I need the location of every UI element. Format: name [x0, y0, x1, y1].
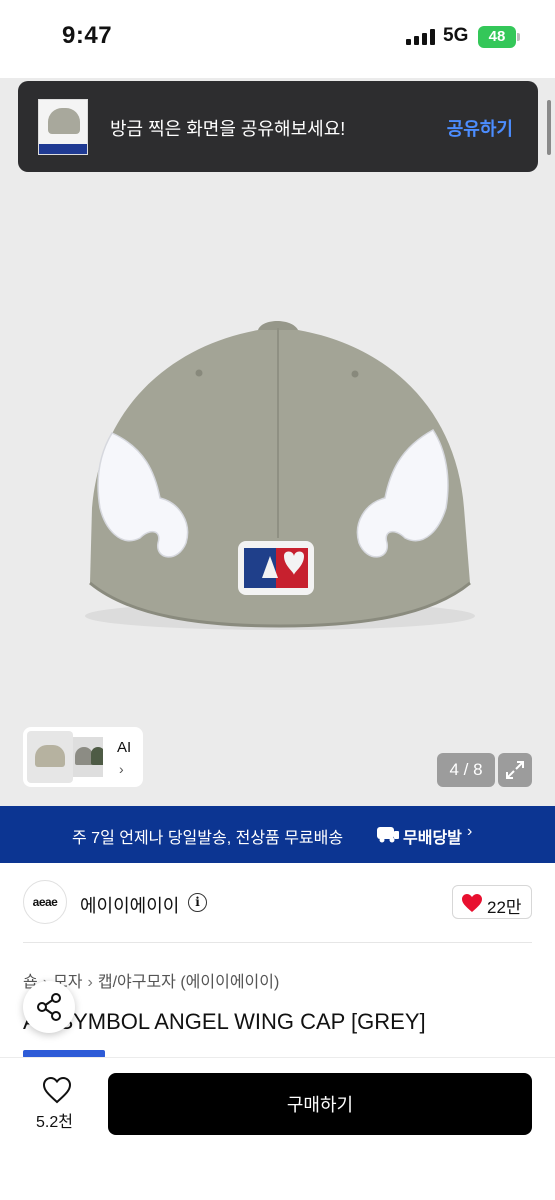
product-image — [85, 321, 475, 630]
status-bar: 9:47 5G 48 — [0, 0, 555, 78]
chevron-right-icon: › — [119, 761, 124, 777]
toast-message: 방금 찍은 화면을 공유해보세요! — [110, 119, 346, 139]
wish-count: 5.2천 — [36, 1114, 73, 1131]
breadcrumb-item[interactable]: 캡/야구모자 (에이이에이이) — [98, 974, 279, 991]
ai-label: AI — [117, 739, 132, 756]
chevron-right-icon: › — [467, 823, 473, 840]
share-icon — [37, 993, 61, 1021]
shop-name[interactable]: 에이이에이이 — [80, 892, 179, 918]
expand-icon — [506, 761, 524, 779]
expand-image-button[interactable] — [498, 753, 532, 787]
product-image-carousel[interactable] — [0, 78, 555, 806]
signal-icon — [406, 29, 436, 45]
promo-text: 주 7일 언제나 당일발송, 전상품 무료배송 — [72, 830, 344, 847]
product-title: AE SYMBOL ANGEL WING CAP [GREY] — [23, 1009, 426, 1034]
buy-button[interactable]: 구매하기 — [108, 1073, 532, 1135]
shop-like-count: 22만 — [487, 898, 522, 917]
scroll-indicator — [547, 100, 551, 155]
share-button[interactable] — [23, 981, 75, 1033]
image-counter: 4 / 8 — [437, 753, 495, 787]
bottom-action-bar: 5.2천 구매하기 — [0, 1057, 555, 1200]
battery-level: 48 — [488, 28, 506, 45]
shop-logo[interactable]: aeae — [23, 880, 67, 924]
network-label: 5G — [443, 25, 469, 46]
shop-like-button[interactable]: 22만 — [452, 885, 532, 919]
toast-screenshot-thumbnail[interactable] — [38, 99, 88, 155]
promo-brand: 무배당발 — [403, 830, 462, 847]
thumbnail-image[interactable] — [27, 731, 73, 783]
battery-icon: 48 — [478, 26, 520, 48]
truck-icon — [377, 827, 399, 843]
share-toast: 방금 찍은 화면을 공유해보세요! 공유하기 — [18, 81, 538, 172]
thumbnail-image[interactable] — [73, 737, 103, 777]
divider — [23, 942, 532, 943]
heart-filled-icon — [462, 894, 482, 912]
heart-outline-icon[interactable] — [42, 1076, 72, 1104]
info-icon[interactable]: i — [188, 893, 207, 912]
ai-thumbnail-strip[interactable]: AI › — [23, 727, 143, 787]
free-shipping-banner[interactable]: 주 7일 언제나 당일발송, 전상품 무료배송 무배당발 › — [0, 806, 555, 863]
share-now-button[interactable]: 공유하기 — [447, 115, 513, 141]
status-time: 9:47 — [62, 22, 113, 49]
